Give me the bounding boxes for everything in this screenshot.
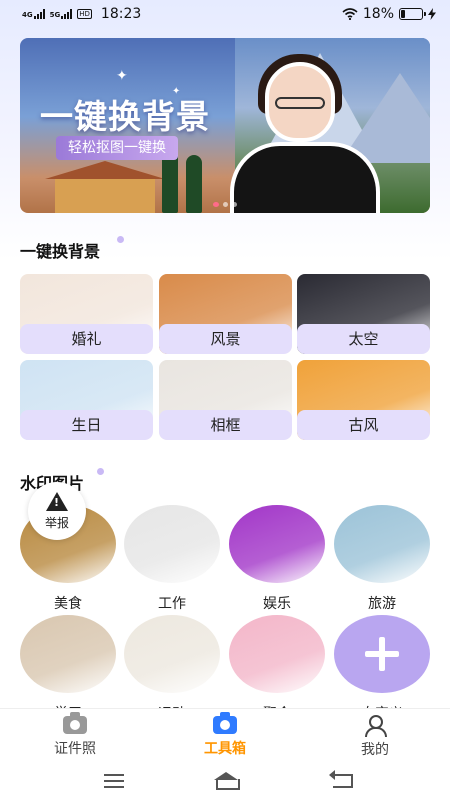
category-card-wedding[interactable]: 婚礼: [20, 274, 153, 354]
person-icon: [363, 714, 387, 737]
camera-icon: [63, 711, 87, 734]
menu-icon[interactable]: [104, 774, 124, 788]
category-label: 古风: [297, 410, 430, 440]
hd-badge: HD: [77, 9, 92, 19]
plus-icon: [365, 637, 399, 671]
category-card-ancient-style[interactable]: 古风: [297, 360, 430, 440]
category-card-birthday[interactable]: 生日: [20, 360, 153, 440]
watermark-image: [124, 505, 220, 583]
banner-house-image: [45, 161, 165, 213]
watermark-label: 工作: [158, 596, 186, 612]
watermark-item-custom[interactable]: 自定义: [334, 615, 430, 723]
promo-banner[interactable]: ✦ ✦ 一键换背景 轻松抠图一键换: [20, 38, 430, 213]
watermark-image: [229, 615, 325, 693]
watermark-image: [20, 615, 116, 693]
banner-subtitle: 轻松抠图一键换: [56, 136, 178, 160]
watermark-item-work[interactable]: 工作: [124, 505, 220, 613]
title-decoration-dot: [117, 236, 124, 243]
tab-profile[interactable]: 我的: [300, 709, 450, 764]
warning-icon: [46, 491, 68, 511]
back-icon[interactable]: [329, 770, 353, 788]
watermark-item-study[interactable]: 学习: [20, 615, 116, 723]
category-label: 婚礼: [20, 324, 153, 354]
custom-add-circle: [334, 615, 430, 693]
category-card-photo-frame[interactable]: 相框: [159, 360, 292, 440]
network-5g-indicator: 5G: [50, 9, 73, 19]
watermark-image: [334, 505, 430, 583]
bottom-tab-bar: 证件照 工具箱 我的: [0, 708, 450, 764]
category-label: 生日: [20, 410, 153, 440]
banner-pagination: [20, 202, 430, 207]
status-time: 18:23: [100, 6, 142, 22]
watermark-label: 旅游: [368, 596, 396, 612]
pagination-dot: [213, 202, 219, 207]
network-4g-indicator: 4G: [22, 9, 45, 19]
section-title-background: 一键换背景: [20, 242, 101, 261]
watermark-item-sports[interactable]: 运动: [124, 615, 220, 723]
tab-label: 证件照: [54, 740, 96, 757]
tab-label: 工具箱: [204, 740, 246, 757]
pagination-dot: [223, 202, 228, 207]
tab-toolbox[interactable]: 工具箱: [150, 709, 300, 764]
camera-icon: [213, 711, 237, 734]
charging-icon: [428, 8, 436, 20]
watermark-image: [124, 615, 220, 693]
watermark-label: 娱乐: [263, 596, 291, 612]
category-card-scenery[interactable]: 风景: [159, 274, 292, 354]
category-label: 相框: [159, 410, 292, 440]
watermark-item-party[interactable]: 聚会: [229, 615, 325, 723]
report-button[interactable]: 举报: [28, 482, 86, 540]
watermark-label: 美食: [54, 596, 82, 612]
tab-label: 我的: [361, 741, 389, 758]
battery-icon: [399, 8, 426, 20]
banner-person-image: [220, 52, 390, 213]
status-bar: 4G 5G HD 18:23 18%: [0, 0, 450, 28]
wifi-icon: [342, 8, 358, 20]
title-decoration-dot: [97, 468, 104, 475]
category-label: 风景: [159, 324, 292, 354]
banner-title: 一键换背景: [40, 97, 210, 136]
signal-icon: [33, 9, 45, 19]
watermark-image: [229, 505, 325, 583]
home-icon[interactable]: [212, 772, 240, 790]
tab-id-photo[interactable]: 证件照: [0, 709, 150, 764]
watermark-item-entertainment[interactable]: 娱乐: [229, 505, 325, 613]
category-card-space[interactable]: 太空: [297, 274, 430, 354]
system-navigation-bar: [0, 764, 450, 800]
signal-icon: [61, 9, 73, 19]
watermark-item-travel[interactable]: 旅游: [334, 505, 430, 613]
pagination-dot: [232, 202, 237, 207]
category-label: 太空: [297, 324, 430, 354]
report-label: 举报: [44, 515, 69, 530]
battery-percent: 18%: [362, 6, 394, 22]
sparkle-icon: ✦: [116, 68, 128, 84]
